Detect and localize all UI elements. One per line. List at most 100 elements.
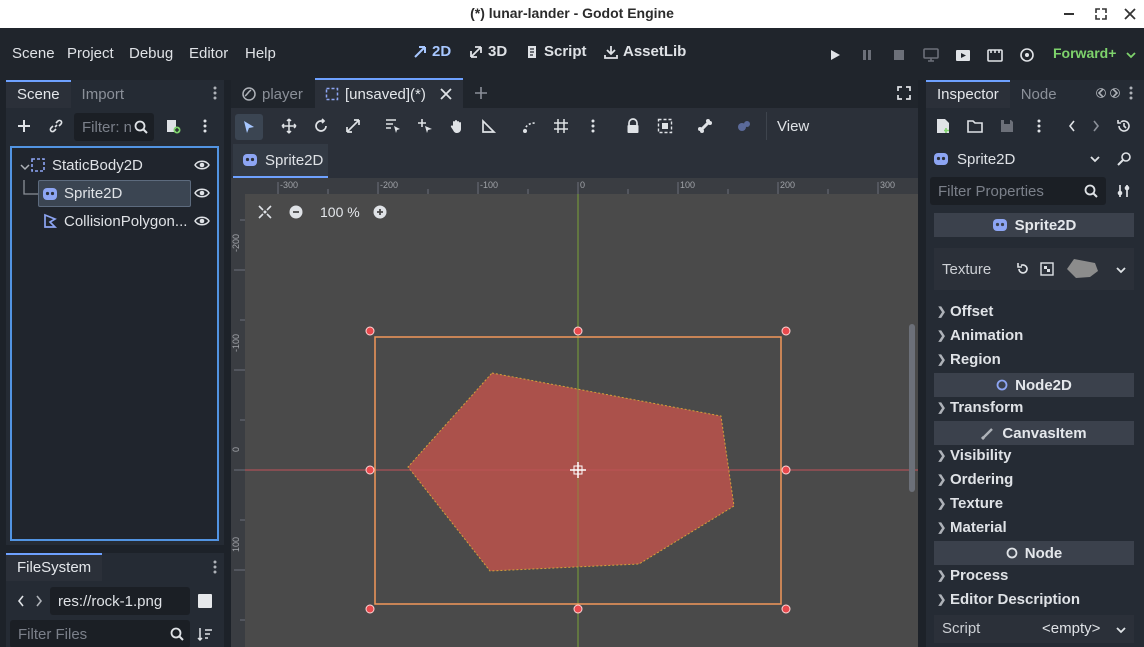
visibility-icon[interactable]	[194, 215, 210, 227]
scene-tab-unsaved[interactable]: [unsaved](*)	[315, 78, 463, 108]
scene-tab-player[interactable]: player	[233, 80, 312, 108]
particles-button[interactable]	[733, 115, 755, 137]
open-docs-button[interactable]	[1113, 148, 1135, 170]
tree-node-sprite2d[interactable]: Sprite2D	[38, 180, 191, 207]
maximize-button[interactable]	[1089, 2, 1113, 26]
revert-icon[interactable]	[1016, 262, 1030, 276]
section-texture[interactable]: ❯ Texture	[937, 495, 1133, 512]
workspace-assetlib-button[interactable]: AssetLib	[604, 43, 686, 60]
renderer-dropdown-button[interactable]	[1120, 44, 1142, 66]
select-mode-button[interactable]	[235, 114, 263, 140]
history-prev-button[interactable]	[1061, 115, 1083, 137]
texture-preview[interactable]	[1064, 256, 1104, 282]
menu-scene[interactable]: Scene	[12, 45, 55, 62]
lock-button[interactable]	[622, 115, 644, 137]
scene-tree-options-button[interactable]	[194, 115, 216, 137]
section-transform[interactable]: ❯ Transform	[937, 399, 1133, 416]
breadcrumb[interactable]: Sprite2D	[233, 144, 328, 178]
menu-project[interactable]: Project	[67, 45, 114, 62]
object-history-button[interactable]	[1113, 115, 1135, 137]
dock-move-right-button[interactable]	[1108, 82, 1122, 104]
move-mode-button[interactable]	[278, 115, 300, 137]
rotate-mode-button[interactable]	[310, 115, 332, 137]
view-menu-button[interactable]: View	[777, 118, 809, 135]
viewport-scrollbar[interactable]	[909, 324, 915, 492]
play-custom-scene-button[interactable]	[984, 44, 1006, 66]
script-property-value[interactable]: <empty>	[1042, 620, 1100, 637]
smart-snap-button[interactable]	[519, 115, 541, 137]
resource-options-button[interactable]	[1028, 115, 1050, 137]
inspector-menu-button[interactable]	[1124, 82, 1138, 104]
selected-node-selector[interactable]: Sprite2D	[930, 146, 1106, 172]
section-animation[interactable]: ❯ Animation	[937, 327, 1133, 344]
instantiate-scene-button[interactable]	[45, 115, 67, 137]
visibility-icon[interactable]	[194, 159, 210, 171]
save-resource-button[interactable]	[996, 115, 1018, 137]
history-next-button[interactable]	[1085, 115, 1107, 137]
pan-mode-button[interactable]	[446, 115, 468, 137]
tab-filesystem[interactable]: FileSystem	[6, 553, 103, 581]
workspace-script-button[interactable]: Script	[525, 43, 587, 60]
filesystem-menu-button[interactable]	[204, 556, 226, 578]
tree-node-staticbody2d[interactable]: StaticBody2D	[30, 152, 215, 178]
pause-button[interactable]	[856, 44, 878, 66]
new-resource-button[interactable]	[932, 115, 954, 137]
section-visibility[interactable]: ❯ Visibility	[937, 447, 1133, 464]
grid-snap-button[interactable]	[550, 115, 572, 137]
zoom-level[interactable]: 100 %	[320, 204, 360, 220]
section-region[interactable]: ❯ Region	[937, 351, 1133, 368]
new-scene-tab-button[interactable]	[470, 82, 492, 104]
load-resource-button[interactable]	[964, 115, 986, 137]
distraction-free-button[interactable]	[893, 82, 915, 104]
menu-help[interactable]: Help	[245, 45, 276, 62]
tree-node-collisionpolygon2d[interactable]: CollisionPolygon...	[42, 208, 215, 234]
list-select-button[interactable]	[382, 115, 404, 137]
scale-mode-button[interactable]	[342, 115, 364, 137]
play-button[interactable]	[824, 44, 846, 66]
menu-editor[interactable]: Editor	[189, 45, 228, 62]
snap-options-button[interactable]	[582, 115, 604, 137]
add-node-button[interactable]	[13, 115, 35, 137]
tab-node[interactable]: Node	[1010, 80, 1068, 108]
inspector-filter-input[interactable]: Filter Properties	[930, 177, 1106, 205]
2d-viewport[interactable]: 100 %	[245, 194, 918, 647]
close-icon[interactable]	[440, 88, 452, 100]
tab-scene[interactable]: Scene	[6, 80, 71, 108]
tab-inspector[interactable]: Inspector	[926, 80, 1010, 108]
zoom-in-button[interactable]	[369, 201, 391, 223]
renderer-selector[interactable]: Forward+	[1053, 45, 1116, 61]
section-ordering[interactable]: ❯ Ordering	[937, 471, 1133, 488]
minimize-button[interactable]	[1057, 2, 1081, 26]
inspector-settings-button[interactable]	[1113, 180, 1135, 202]
play-scene-button[interactable]	[952, 44, 974, 66]
checker-icon[interactable]	[1040, 262, 1054, 276]
filesystem-path-input[interactable]: res://rock-1.png	[50, 587, 190, 615]
scene-filter-input[interactable]: Filter: n	[74, 113, 154, 141]
pivot-mode-button[interactable]	[414, 115, 436, 137]
scene-dock-menu-button[interactable]	[204, 82, 226, 104]
movie-maker-button[interactable]	[1016, 44, 1038, 66]
section-process[interactable]: ❯ Process	[937, 567, 1133, 584]
menu-debug[interactable]: Debug	[129, 45, 173, 62]
dock-move-left-button[interactable]	[1094, 82, 1108, 104]
section-offset[interactable]: ❯ Offset	[937, 303, 1133, 320]
visibility-icon[interactable]	[194, 187, 210, 199]
ruler-mode-button[interactable]	[478, 115, 500, 137]
rock-sprite[interactable]	[407, 372, 735, 572]
section-material[interactable]: ❯ Material	[937, 519, 1133, 536]
section-editor-description[interactable]: ❯ Editor Description	[937, 591, 1133, 608]
filesystem-filter-input[interactable]: Filter Files	[10, 620, 190, 647]
filesystem-toggle-split-button[interactable]	[194, 590, 216, 612]
stop-button[interactable]	[888, 44, 910, 66]
chevron-down-icon[interactable]	[1116, 626, 1126, 634]
tab-import[interactable]: Import	[71, 80, 136, 108]
filesystem-sort-button[interactable]	[194, 623, 216, 645]
workspace-2d-button[interactable]: 2D	[413, 43, 451, 60]
remote-debug-button[interactable]	[920, 44, 942, 66]
close-window-button[interactable]	[1118, 2, 1142, 26]
attach-script-button[interactable]	[162, 115, 184, 137]
group-button[interactable]	[654, 115, 676, 137]
history-forward-button[interactable]	[28, 590, 50, 612]
center-view-button[interactable]	[254, 201, 276, 223]
workspace-3d-button[interactable]: 3D	[469, 43, 507, 60]
